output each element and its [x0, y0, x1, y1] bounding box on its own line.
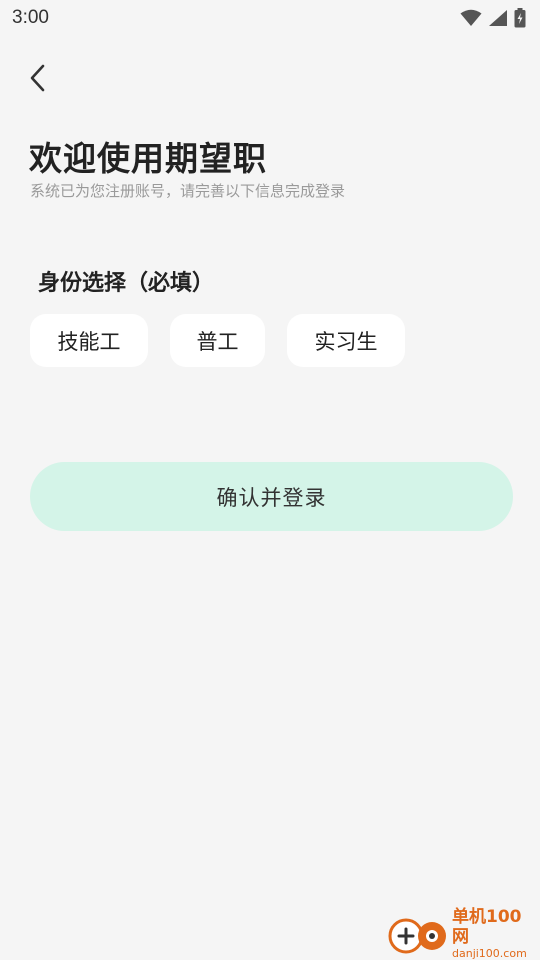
watermark: 单机100网 danji100.com — [386, 907, 536, 960]
wifi-icon — [460, 9, 482, 27]
identity-option-general-worker[interactable]: 普工 — [170, 314, 265, 367]
identity-option-skilled-worker[interactable]: 技能工 — [30, 314, 148, 367]
status-icons — [460, 8, 526, 28]
identity-options: 技能工 普工 实习生 — [30, 314, 405, 367]
confirm-login-button[interactable]: 确认并登录 — [30, 462, 513, 531]
chevron-left-icon — [28, 63, 48, 97]
signal-icon — [488, 9, 508, 27]
page-title: 欢迎使用期望职 — [29, 139, 267, 178]
status-bar: 3:00 — [0, 0, 540, 36]
back-button[interactable] — [22, 62, 54, 98]
identity-option-intern[interactable]: 实习生 — [287, 314, 405, 367]
page-subtitle: 系统已为您注册账号，请完善以下信息完成登录 — [30, 182, 346, 200]
identity-section-label: 身份选择（必填） — [38, 271, 215, 296]
watermark-text: 单机100网 danji100.com — [452, 907, 536, 960]
battery-icon — [514, 8, 526, 28]
watermark-title: 单机100网 — [452, 907, 522, 947]
status-time: 3:00 — [12, 7, 49, 28]
watermark-logo — [386, 912, 450, 956]
login-identity-screen: 3:00 欢迎使用期望职 系统已为您注册账号，请完善以下信息完成登录 身份选择（… — [0, 0, 540, 960]
watermark-url: danji100.com — [452, 947, 527, 960]
